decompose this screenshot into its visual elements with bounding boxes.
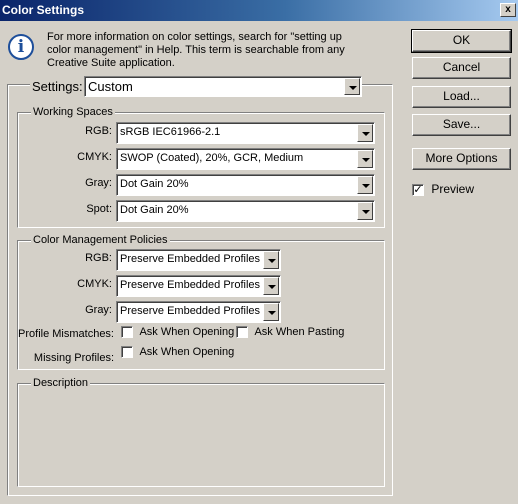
policy-rgb-label: RGB: [85, 252, 112, 264]
chevron-down-icon[interactable] [357, 202, 373, 220]
title-bar: Color Settings x [0, 0, 518, 21]
mismatch-ask-opening-label: Ask When Opening [139, 326, 235, 338]
settings-label: Settings: [30, 79, 85, 94]
policies-title: Color Management Policies [31, 234, 170, 246]
close-button[interactable]: x [500, 3, 516, 17]
ok-button[interactable]: OK [411, 29, 512, 53]
missing-ask-opening-option[interactable]: Ask When Opening [121, 346, 235, 359]
preview-label: Preview [431, 182, 475, 196]
missing-ask-opening-label: Ask When Opening [139, 346, 235, 358]
window-title: Color Settings [2, 3, 85, 17]
more-options-button[interactable]: More Options [412, 148, 511, 170]
load-button[interactable]: Load... [412, 86, 511, 108]
missing-ask-opening-checkbox[interactable] [121, 346, 133, 359]
chevron-down-icon[interactable] [357, 150, 373, 168]
cancel-button[interactable]: Cancel [412, 57, 511, 79]
mismatch-ask-pasting-checkbox[interactable] [236, 326, 248, 339]
chevron-down-icon[interactable] [357, 124, 373, 142]
profile-mismatches-label: Profile Mismatches: [18, 328, 114, 340]
mismatch-ask-opening-option[interactable]: Ask When Opening [121, 326, 235, 339]
ws-spot-value: Dot Gain 20% [120, 204, 189, 216]
info-text: For more information on color settings, … [47, 31, 345, 69]
policy-gray-label: Gray: [85, 304, 112, 316]
ws-gray-label: Gray: [85, 177, 112, 189]
ws-rgb-label: RGB: [85, 125, 112, 137]
policy-rgb-select[interactable]: Preserve Embedded Profiles [116, 249, 281, 271]
info-icon: i [8, 34, 34, 60]
ws-cmyk-label: CMYK: [77, 151, 112, 163]
save-button[interactable]: Save... [412, 114, 511, 136]
policy-cmyk-value: Preserve Embedded Profiles [120, 279, 261, 291]
policy-cmyk-label: CMYK: [77, 278, 112, 290]
ws-cmyk-value: SWOP (Coated), 20%, GCR, Medium [120, 152, 304, 164]
ws-cmyk-select[interactable]: SWOP (Coated), 20%, GCR, Medium [116, 148, 375, 170]
description-title: Description [31, 377, 91, 389]
settings-select[interactable]: Custom [84, 76, 362, 97]
chevron-down-icon[interactable] [263, 251, 279, 269]
preview-option[interactable]: ✓ Preview [412, 182, 474, 196]
mismatch-ask-pasting-label: Ask When Pasting [254, 326, 345, 338]
mismatch-ask-opening-checkbox[interactable] [121, 326, 133, 339]
chevron-down-icon[interactable] [357, 176, 373, 194]
policy-gray-value: Preserve Embedded Profiles [120, 305, 261, 317]
description-group [17, 383, 385, 487]
missing-profiles-label: Missing Profiles: [33, 352, 114, 364]
ws-rgb-value: sRGB IEC61966-2.1 [120, 126, 221, 138]
working-spaces-title: Working Spaces [31, 106, 115, 118]
policy-cmyk-select[interactable]: Preserve Embedded Profiles [116, 275, 281, 297]
policy-rgb-value: Preserve Embedded Profiles [120, 253, 261, 265]
chevron-down-icon[interactable] [263, 303, 279, 321]
ws-rgb-select[interactable]: sRGB IEC61966-2.1 [116, 122, 375, 144]
settings-value: Custom [88, 79, 133, 94]
ws-gray-select[interactable]: Dot Gain 20% [116, 174, 375, 196]
ws-spot-select[interactable]: Dot Gain 20% [116, 200, 375, 222]
chevron-down-icon[interactable] [263, 277, 279, 295]
mismatch-ask-pasting-option[interactable]: Ask When Pasting [236, 326, 345, 339]
ws-spot-label: Spot: [86, 203, 112, 215]
chevron-down-icon[interactable] [344, 78, 360, 95]
policy-gray-select[interactable]: Preserve Embedded Profiles [116, 301, 281, 323]
close-icon: x [505, 4, 511, 15]
ws-gray-value: Dot Gain 20% [120, 178, 189, 190]
preview-checkbox[interactable]: ✓ [412, 183, 424, 196]
